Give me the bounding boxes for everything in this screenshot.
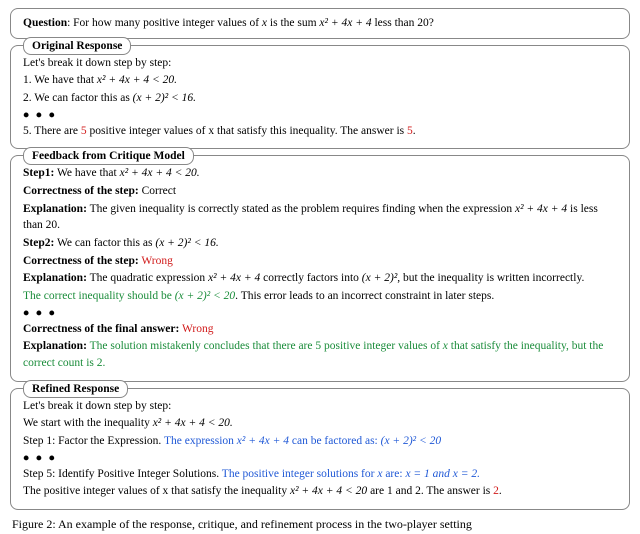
original-ellipsis: • • • <box>23 108 617 122</box>
original-intro: Let's break it down step by step: <box>23 55 617 72</box>
refined-step1: Step 1: Factor the Expression. The expre… <box>23 433 617 450</box>
feedback-ellipsis: • • • <box>23 306 617 320</box>
refined-intro: Let's break it down step by step: <box>23 398 617 415</box>
feedback-step2: Step2: We can factor this as (x + 2)² < … <box>23 235 617 252</box>
original-step1: 1. We have that x² + 4x + 4 < 20. <box>23 72 617 89</box>
refined-response-panel: Refined Response Let's break it down ste… <box>10 388 630 510</box>
feedback-step1: Step1: We have that x² + 4x + 4 < 20. <box>23 165 617 182</box>
feedback-corr1: Correctness of the step: Correct <box>23 183 617 200</box>
feedback-panel: Feedback from Critique Model Step1: We h… <box>10 155 630 381</box>
feedback-exp2-green: The correct inequality should be (x + 2)… <box>23 288 617 305</box>
question-box: Question: For how many positive integer … <box>10 8 630 39</box>
question-label: Question <box>23 17 67 29</box>
feedback-corr2: Correctness of the step: Wrong <box>23 253 617 270</box>
question-expr: x² + 4x + 4 <box>319 17 371 29</box>
feedback-exp1: Explanation: The given inequality is cor… <box>23 201 617 234</box>
original-response-title: Original Response <box>23 37 131 55</box>
feedback-title: Feedback from Critique Model <box>23 147 194 165</box>
feedback-exp2: Explanation: The quadratic expression x²… <box>23 270 617 287</box>
refined-ellipsis: • • • <box>23 451 617 465</box>
refined-title: Refined Response <box>23 380 128 398</box>
question-text-before: : For how many positive integer values o… <box>67 17 262 29</box>
feedback-expF: Explanation: The solution mistakenly con… <box>23 338 617 371</box>
refined-step5: Step 5: Identify Positive Integer Soluti… <box>23 466 617 483</box>
question-text-after: less than 20? <box>372 17 434 29</box>
refined-final: The positive integer values of x that sa… <box>23 483 617 500</box>
original-step5: 5. There are 5 positive integer values o… <box>23 123 617 140</box>
original-response-panel: Original Response Let's break it down st… <box>10 45 630 150</box>
question-text-mid: is the sum <box>267 17 319 29</box>
feedback-corrF: Correctness of the final answer: Wrong <box>23 321 617 338</box>
original-step2: 2. We can factor this as (x + 2)² < 16. <box>23 90 617 107</box>
refined-start: We start with the inequality x² + 4x + 4… <box>23 415 617 432</box>
figure-caption: Figure 2: An example of the response, cr… <box>10 516 630 533</box>
